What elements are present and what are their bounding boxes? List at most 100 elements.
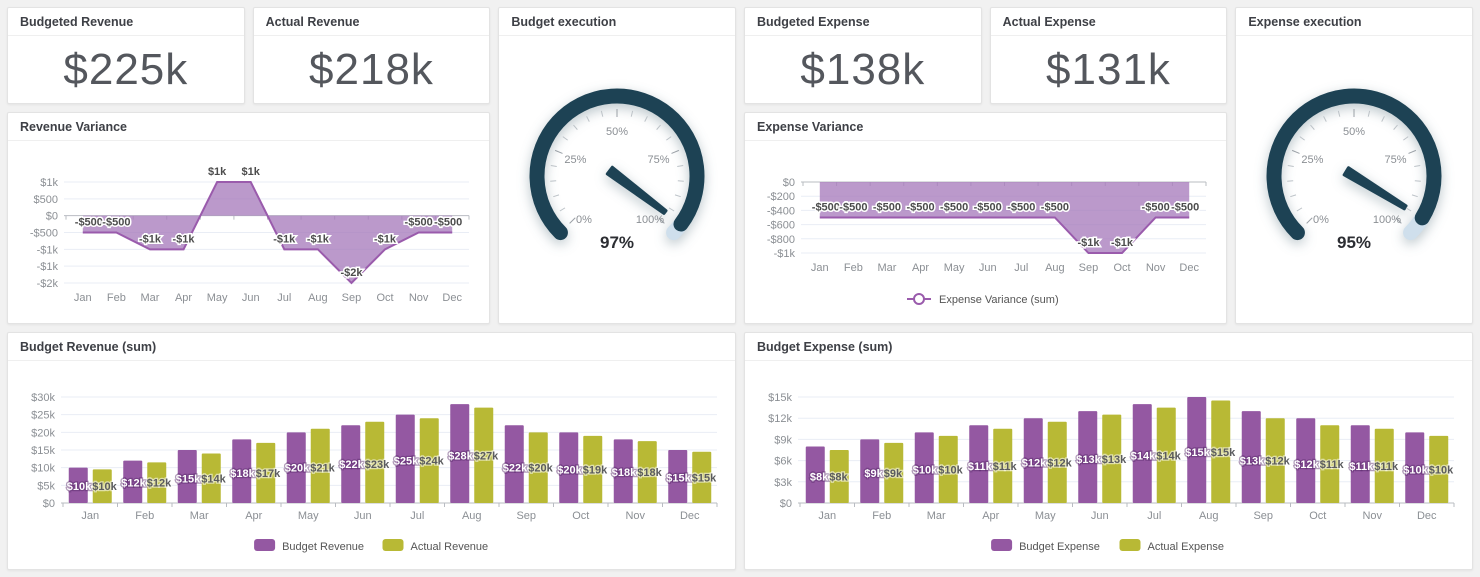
svg-text:Jun: Jun (242, 292, 260, 304)
svg-text:-$500: -$500 (1007, 202, 1035, 214)
budget-revenue-chart[interactable]: $0$5k$10k$15k$20k$25k$30k$10k$10k$12k$12… (8, 361, 735, 569)
svg-text:$0: $0 (43, 498, 55, 510)
svg-text:$12k: $12k (121, 478, 146, 490)
svg-text:-$800: -$800 (767, 234, 795, 246)
legend-item-budget-revenue[interactable]: Budget Revenue (254, 539, 364, 553)
svg-text:-$500: -$500 (839, 202, 867, 214)
svg-text:Sep: Sep (1079, 262, 1099, 274)
svg-text:$10k: $10k (31, 463, 55, 475)
legend-expense-variance[interactable]: Expense Variance (sum) (907, 294, 1059, 306)
svg-text:$8k: $8k (829, 472, 848, 484)
svg-text:-$500: -$500 (434, 217, 462, 229)
expense-execution-canvas: 0%25%50%75%100%95% (1236, 36, 1472, 323)
svg-text:25%: 25% (565, 154, 587, 166)
svg-text:Jan: Jan (74, 292, 92, 304)
svg-text:-$500: -$500 (906, 202, 934, 214)
card-title: Expense Variance (745, 113, 1226, 141)
svg-text:-$1k: -$1k (307, 233, 330, 245)
svg-text:0%: 0% (1313, 214, 1329, 226)
svg-text:$8k: $8k (810, 472, 829, 484)
svg-text:$5k: $5k (37, 480, 55, 492)
svg-text:-$500: -$500 (30, 228, 58, 240)
svg-text:$11k: $11k (1349, 461, 1374, 473)
svg-text:$17k: $17k (256, 468, 281, 480)
svg-text:Nov: Nov (625, 510, 645, 522)
svg-text:Oct: Oct (1309, 510, 1326, 522)
legend-item-budget-expense[interactable]: Budget Expense (991, 539, 1100, 553)
svg-text:-$200: -$200 (767, 191, 795, 203)
svg-text:$15k: $15k (1185, 447, 1210, 459)
svg-text:Jul: Jul (1014, 262, 1028, 274)
svg-text:Dec: Dec (1179, 262, 1199, 274)
svg-text:Budget Revenue: Budget Revenue (282, 541, 364, 553)
svg-text:-$1k: -$1k (774, 248, 796, 260)
svg-text:$14k: $14k (201, 473, 226, 485)
svg-text:Nov: Nov (1362, 510, 1382, 522)
svg-text:Jan: Jan (811, 262, 829, 274)
svg-text:Budget Expense: Budget Expense (1019, 541, 1100, 553)
svg-text:$1k: $1k (208, 166, 227, 178)
svg-text:$6k: $6k (774, 456, 792, 468)
svg-text:Jan: Jan (81, 510, 99, 522)
card-title: Actual Revenue (254, 8, 490, 36)
svg-text:$9k: $9k (864, 468, 883, 480)
svg-text:$20k: $20k (557, 464, 582, 476)
expense-variance-chart[interactable]: $0-$200-$400-$600-$800-$1k-$500-$500-$50… (745, 141, 1226, 323)
card-expense-execution: Expense execution 0%25%50%75%100%95% (1235, 7, 1473, 324)
expense-execution-gauge[interactable]: 0%25%50%75%100%95% (1236, 36, 1472, 323)
svg-text:Oct: Oct (376, 292, 393, 304)
svg-text:May: May (207, 292, 228, 304)
budget-revenue-sum-canvas: $0$5k$10k$15k$20k$25k$30k$10k$10k$12k$12… (8, 361, 735, 569)
svg-text:Jan: Jan (818, 510, 836, 522)
svg-text:-$1k: -$1k (273, 233, 296, 245)
legend-item-actual-expense[interactable]: Actual Expense (1120, 539, 1224, 553)
gauge-value-label: 95% (1337, 233, 1371, 252)
svg-text:-$500: -$500 (940, 202, 968, 214)
svg-text:-$500: -$500 (812, 202, 840, 214)
svg-text:$500: $500 (34, 194, 58, 206)
svg-text:-$500: -$500 (405, 217, 433, 229)
svg-text:$12k: $12k (1047, 457, 1072, 469)
svg-text:$12k: $12k (768, 413, 792, 425)
svg-text:$18k: $18k (612, 467, 637, 479)
card-title: Expense execution (1236, 8, 1472, 36)
svg-text:$12k: $12k (147, 478, 172, 490)
budget-execution-gauge[interactable]: 0%25%50%75%100%97% (499, 36, 735, 323)
svg-text:Aug: Aug (1199, 510, 1219, 522)
svg-text:May: May (1035, 510, 1056, 522)
svg-text:100%: 100% (1373, 214, 1401, 226)
svg-text:Feb: Feb (107, 292, 126, 304)
svg-text:$18k: $18k (637, 467, 662, 479)
svg-text:Actual Expense: Actual Expense (1148, 541, 1224, 553)
svg-text:$11k: $11k (993, 461, 1018, 473)
card-budget-revenue-sum: Budget Revenue (sum) $0$5k$10k$15k$20k$2… (7, 332, 736, 570)
svg-text:$0: $0 (780, 498, 792, 510)
svg-text:100%: 100% (636, 214, 664, 226)
budget-expense-chart[interactable]: $0$3k$6k$9k$12k$15k$8k$8k$9k$9k$10k$10k$… (745, 361, 1472, 569)
svg-text:$0: $0 (783, 177, 795, 189)
card-budgeted-expense: Budgeted Expense $138k (744, 7, 982, 104)
svg-text:Expense Variance (sum): Expense Variance (sum) (939, 294, 1059, 306)
svg-text:Mar: Mar (140, 292, 159, 304)
revenue-variance-chart[interactable]: $1k$500$0-$500-$1k-$1k-$2k-$500-$500-$1k… (8, 141, 489, 323)
svg-text:$15k: $15k (692, 472, 717, 484)
svg-text:Aug: Aug (1045, 262, 1065, 274)
svg-text:Apr: Apr (912, 262, 929, 274)
svg-text:Sep: Sep (516, 510, 536, 522)
svg-text:Feb: Feb (135, 510, 154, 522)
card-title: Actual Expense (991, 8, 1227, 36)
budget-execution-canvas: 0%25%50%75%100%97% (499, 36, 735, 323)
legend-item-actual-revenue[interactable]: Actual Revenue (383, 539, 489, 553)
svg-text:-$500: -$500 (974, 202, 1002, 214)
svg-text:$14k: $14k (1131, 450, 1156, 462)
svg-text:50%: 50% (1343, 126, 1365, 138)
svg-text:$10k: $10k (1403, 464, 1428, 476)
svg-text:Jun: Jun (979, 262, 997, 274)
svg-text:$15k: $15k (31, 445, 55, 457)
svg-text:Mar: Mar (877, 262, 896, 274)
svg-text:$15k: $15k (666, 472, 691, 484)
svg-text:$10k: $10k (938, 464, 963, 476)
dashboard: Budgeted Revenue $225k Actual Revenue $2… (0, 0, 1480, 577)
svg-text:50%: 50% (606, 126, 628, 138)
svg-text:Oct: Oct (1113, 262, 1130, 274)
